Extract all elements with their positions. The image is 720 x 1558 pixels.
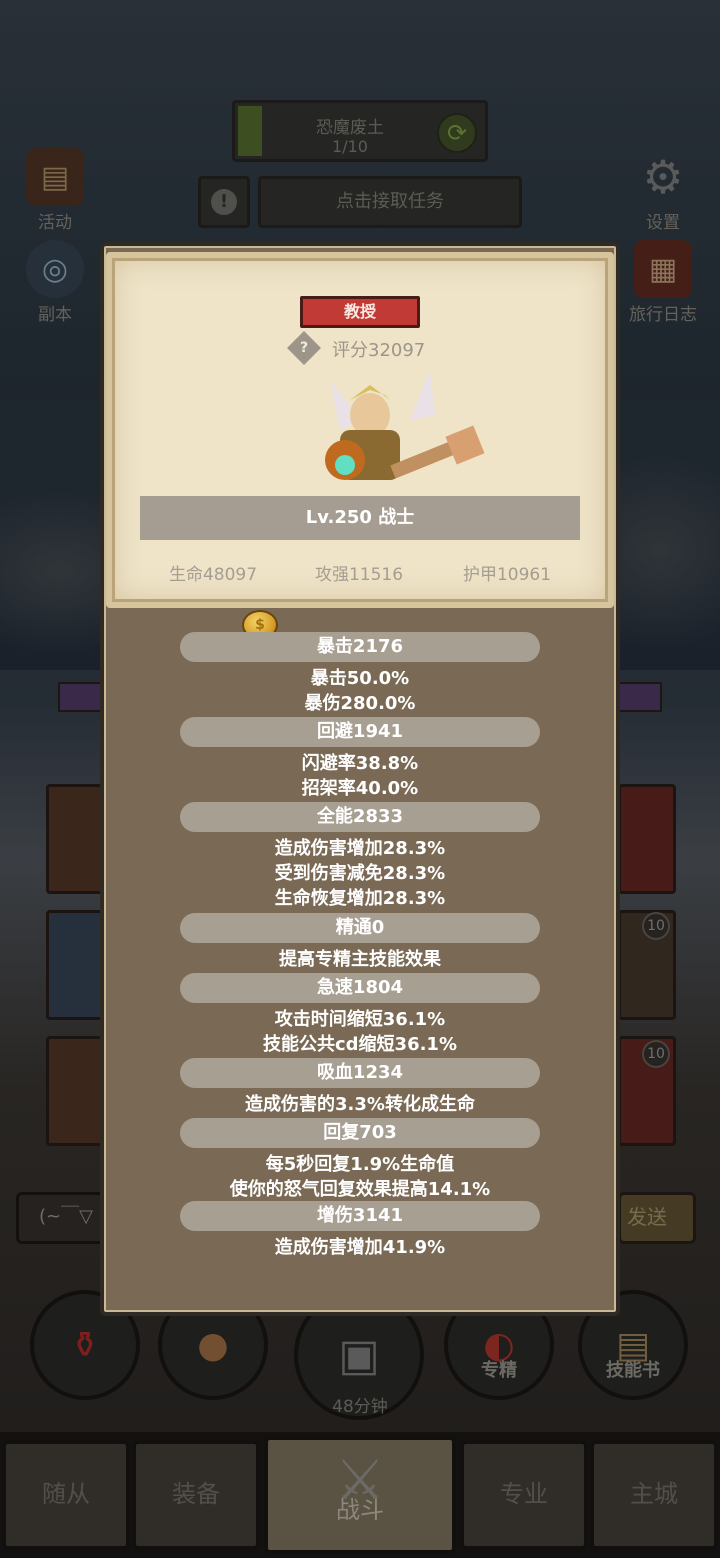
stat-line: 造成伤害的3.3%转化成生命 <box>245 1094 475 1115</box>
stat-line: 使你的怒气回复效果提高14.1% <box>229 1179 491 1200</box>
score-value: 评分32097 <box>332 340 426 361</box>
stat-line: 生命恢复增加28.3% <box>274 888 446 909</box>
stat-header-damage-increase: 增伤3141 <box>180 1201 540 1231</box>
stat-header-versatility: 全能2833 <box>180 802 540 832</box>
stat-header-avoidance: 回避1941 <box>180 717 540 747</box>
stat-line: 造成伤害增加28.3% <box>274 838 446 859</box>
stat-line: 攻击时间缩短36.1% <box>274 1009 446 1030</box>
stat-header-haste: 急速1804 <box>180 973 540 1003</box>
stat-header-regen: 回复703 <box>180 1118 540 1148</box>
stat-line: 造成伤害增加41.9% <box>274 1237 446 1258</box>
stat-line: 暴击50.0% <box>310 668 410 689</box>
warrior-character-sprite <box>325 370 485 480</box>
stat-line: 招架率40.0% <box>301 778 419 799</box>
stat-line: 暴伤280.0% <box>304 693 416 714</box>
stat-line: 受到伤害减免28.3% <box>274 863 446 884</box>
base-stats: 生命48097 攻强11516 护甲10961 <box>140 560 580 586</box>
stat-header-crit: 暴击2176 <box>180 632 540 662</box>
attack-stat: 攻强11516 <box>314 565 404 585</box>
stat-line: 每5秒回复1.9%生命值 <box>265 1154 455 1175</box>
stat-header-mastery: 精通0 <box>180 913 540 943</box>
stat-line: 提高专精主技能效果 <box>279 949 441 970</box>
title-badge: 教授 <box>300 296 420 328</box>
level-class-bar: Lv.250 战士 <box>140 496 580 540</box>
stat-header-leech: 吸血1234 <box>180 1058 540 1088</box>
hp-stat: 生命48097 <box>168 565 258 585</box>
score-row: ? 评分32097 <box>287 331 450 365</box>
stat-line: 技能公共cd缩短36.1% <box>262 1034 457 1055</box>
stat-line: 闪避率38.8% <box>301 753 419 774</box>
armor-stat: 护甲10961 <box>462 565 552 585</box>
